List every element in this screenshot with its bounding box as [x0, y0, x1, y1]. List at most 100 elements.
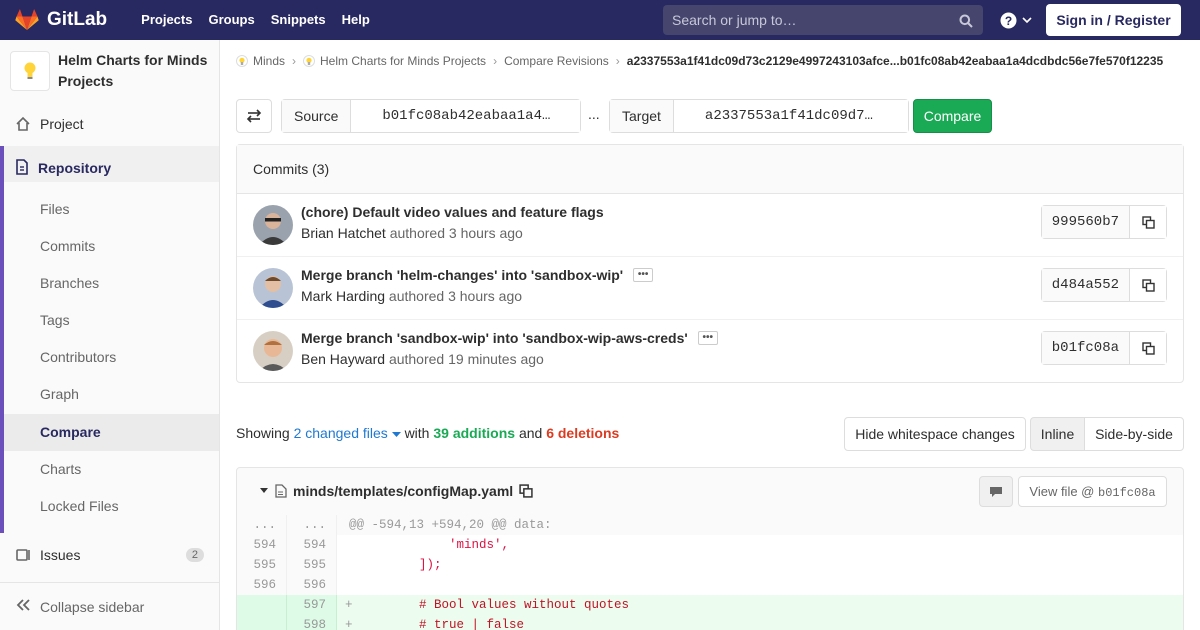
- new-line-number[interactable]: 598: [287, 615, 337, 630]
- hide-whitespace-button[interactable]: Hide whitespace changes: [844, 417, 1026, 451]
- copy-sha-button[interactable]: [1130, 269, 1166, 301]
- view-file-button[interactable]: View file @ b01fc08a: [1018, 476, 1167, 507]
- sidebar-item-charts[interactable]: Charts: [40, 451, 219, 488]
- collapse-file-icon[interactable]: [259, 487, 269, 495]
- sidebar-item-tags[interactable]: Tags: [40, 302, 219, 339]
- help-dropdown[interactable]: ?: [1000, 0, 1033, 40]
- project-name: Helm Charts for Minds Projects: [58, 52, 208, 89]
- nav-projects[interactable]: Projects: [133, 0, 200, 40]
- commit-sha-button[interactable]: 999560b7: [1041, 206, 1130, 238]
- commit-row: Merge branch 'helm-changes' into 'sandbo…: [237, 257, 1183, 320]
- old-line-number[interactable]: ...: [237, 515, 287, 535]
- copy-sha-button[interactable]: [1130, 206, 1166, 238]
- diff-code: [337, 575, 1183, 595]
- copy-sha-button[interactable]: [1130, 332, 1166, 364]
- expand-commit-message-button[interactable]: •••: [697, 331, 718, 345]
- sidebar-item-label: Repository: [38, 160, 112, 176]
- commit-sha-group: d484a552: [1040, 268, 1167, 302]
- search-input[interactable]: Search or jump to…: [663, 5, 983, 35]
- file-path[interactable]: minds/templates/configMap.yaml: [293, 483, 513, 499]
- inline-view-button[interactable]: Inline: [1030, 417, 1085, 451]
- added-line-marker: +: [345, 618, 353, 630]
- svg-text:?: ?: [1005, 14, 1012, 28]
- commit-row: Merge branch 'sandbox-wip' into 'sandbox…: [237, 320, 1183, 383]
- target-revision-field[interactable]: Target a2337553a1f41dc09d7…: [609, 99, 909, 133]
- sidebar-item-project[interactable]: Project: [0, 106, 219, 142]
- side-by-side-view-button[interactable]: Side-by-side: [1084, 417, 1184, 451]
- breadcrumb-item-minds[interactable]: Minds: [236, 54, 285, 68]
- diff-line-added: 597 + # Bool values without quotes: [237, 595, 1183, 615]
- sidebar-item-repository[interactable]: Repository: [4, 146, 111, 190]
- avatar[interactable]: [253, 331, 293, 371]
- diff-line: 596 596: [237, 575, 1183, 595]
- sign-in-button[interactable]: Sign in / Register: [1046, 4, 1181, 36]
- sidebar-item-locked-files[interactable]: Locked Files: [40, 488, 219, 525]
- source-dropdown[interactable]: b01fc08ab42eabaa1a4…: [351, 100, 580, 132]
- commit-sha-button[interactable]: d484a552: [1041, 269, 1130, 301]
- commit-author[interactable]: Ben Hayward: [301, 351, 385, 367]
- home-icon: [15, 116, 31, 132]
- added-line-marker: +: [345, 598, 353, 612]
- target-label: Target: [610, 100, 674, 132]
- old-line-number[interactable]: 595: [237, 555, 287, 575]
- old-line-number[interactable]: 596: [237, 575, 287, 595]
- commit-author[interactable]: Mark Harding: [301, 288, 385, 304]
- sidebar-item-compare[interactable]: Compare: [4, 414, 219, 451]
- swap-revisions-button[interactable]: [236, 99, 272, 133]
- commit-title[interactable]: Merge branch 'helm-changes' into 'sandbo…: [301, 267, 654, 283]
- old-line-number: [237, 595, 287, 615]
- new-line-number[interactable]: 596: [287, 575, 337, 595]
- sidebar-item-contributors[interactable]: Contributors: [40, 339, 219, 376]
- chevron-right-icon: ›: [292, 54, 297, 68]
- diff-code: # Bool values without quotes: [359, 598, 630, 612]
- commit-title[interactable]: Merge branch 'sandbox-wip' into 'sandbox…: [301, 330, 718, 346]
- changed-files-dropdown[interactable]: 2 changed files: [294, 425, 401, 441]
- nav-help[interactable]: Help: [334, 0, 378, 40]
- expand-commit-message-button[interactable]: •••: [633, 268, 654, 282]
- target-dropdown[interactable]: a2337553a1f41dc09d7…: [673, 100, 908, 132]
- source-revision-field[interactable]: Source b01fc08ab42eabaa1a4…: [281, 99, 581, 133]
- diff-content: ... ... @@ -594,13 +594,20 @@ data: 594 …: [236, 515, 1184, 630]
- sidebar-item-issues[interactable]: Issues 2: [0, 537, 219, 573]
- new-line-number[interactable]: ...: [287, 515, 337, 535]
- sidebar-item-graph[interactable]: Graph: [40, 376, 219, 413]
- new-line-number[interactable]: 595: [287, 555, 337, 575]
- nav-snippets[interactable]: Snippets: [263, 0, 334, 40]
- double-chevron-left-icon: [15, 598, 31, 615]
- commit-title[interactable]: (chore) Default video values and feature…: [301, 204, 604, 220]
- commits-panel: Commits (3) (chore) Default video values…: [236, 144, 1184, 383]
- sidebar-repository-section: Repository Files Commits Branches Tags C…: [0, 146, 219, 533]
- new-line-number[interactable]: 597: [287, 595, 337, 615]
- sidebar-item-branches[interactable]: Branches: [40, 265, 219, 302]
- breadcrumb-item-project[interactable]: Helm Charts for Minds Projects: [303, 54, 486, 68]
- new-line-number[interactable]: 594: [287, 535, 337, 555]
- lightbulb-icon: [236, 55, 248, 67]
- nav-groups[interactable]: Groups: [200, 0, 262, 40]
- copy-icon: [1141, 215, 1155, 229]
- commit-sha-button[interactable]: b01fc08a: [1041, 332, 1130, 364]
- comment-icon: [990, 486, 1002, 497]
- file-icon: [275, 484, 287, 498]
- commit-author[interactable]: Brian Hatchet: [301, 225, 386, 241]
- gitlab-logo[interactable]: GitLab: [15, 9, 107, 31]
- avatar[interactable]: [253, 205, 293, 245]
- additions-count: 39 additions: [433, 425, 516, 441]
- file-header: minds/templates/configMap.yaml View file…: [236, 467, 1184, 516]
- diff-code: 'minds',: [359, 538, 510, 552]
- lightbulb-icon: [24, 62, 36, 79]
- collapse-sidebar-button[interactable]: Collapse sidebar: [0, 582, 219, 630]
- commit-time: 3 hours ago: [448, 288, 523, 304]
- copy-icon[interactable]: [519, 484, 533, 498]
- commit-time: 3 hours ago: [448, 225, 523, 241]
- toggle-comments-button[interactable]: [979, 476, 1013, 507]
- sidebar-item-files[interactable]: Files: [40, 191, 219, 228]
- old-line-number[interactable]: 594: [237, 535, 287, 555]
- breadcrumb-current[interactable]: a2337553a1f41dc09d73c2129e4997243103afce…: [627, 54, 1163, 68]
- sidebar-project-header[interactable]: Helm Charts for Minds Projects: [10, 50, 220, 100]
- chevron-right-icon: ›: [615, 54, 620, 68]
- sidebar-item-commits[interactable]: Commits: [40, 228, 219, 265]
- breadcrumb-item-compare[interactable]: Compare Revisions: [504, 54, 609, 68]
- diff-line: 595 595 ]);: [237, 555, 1183, 575]
- avatar[interactable]: [253, 268, 293, 308]
- compare-button[interactable]: Compare: [913, 99, 992, 133]
